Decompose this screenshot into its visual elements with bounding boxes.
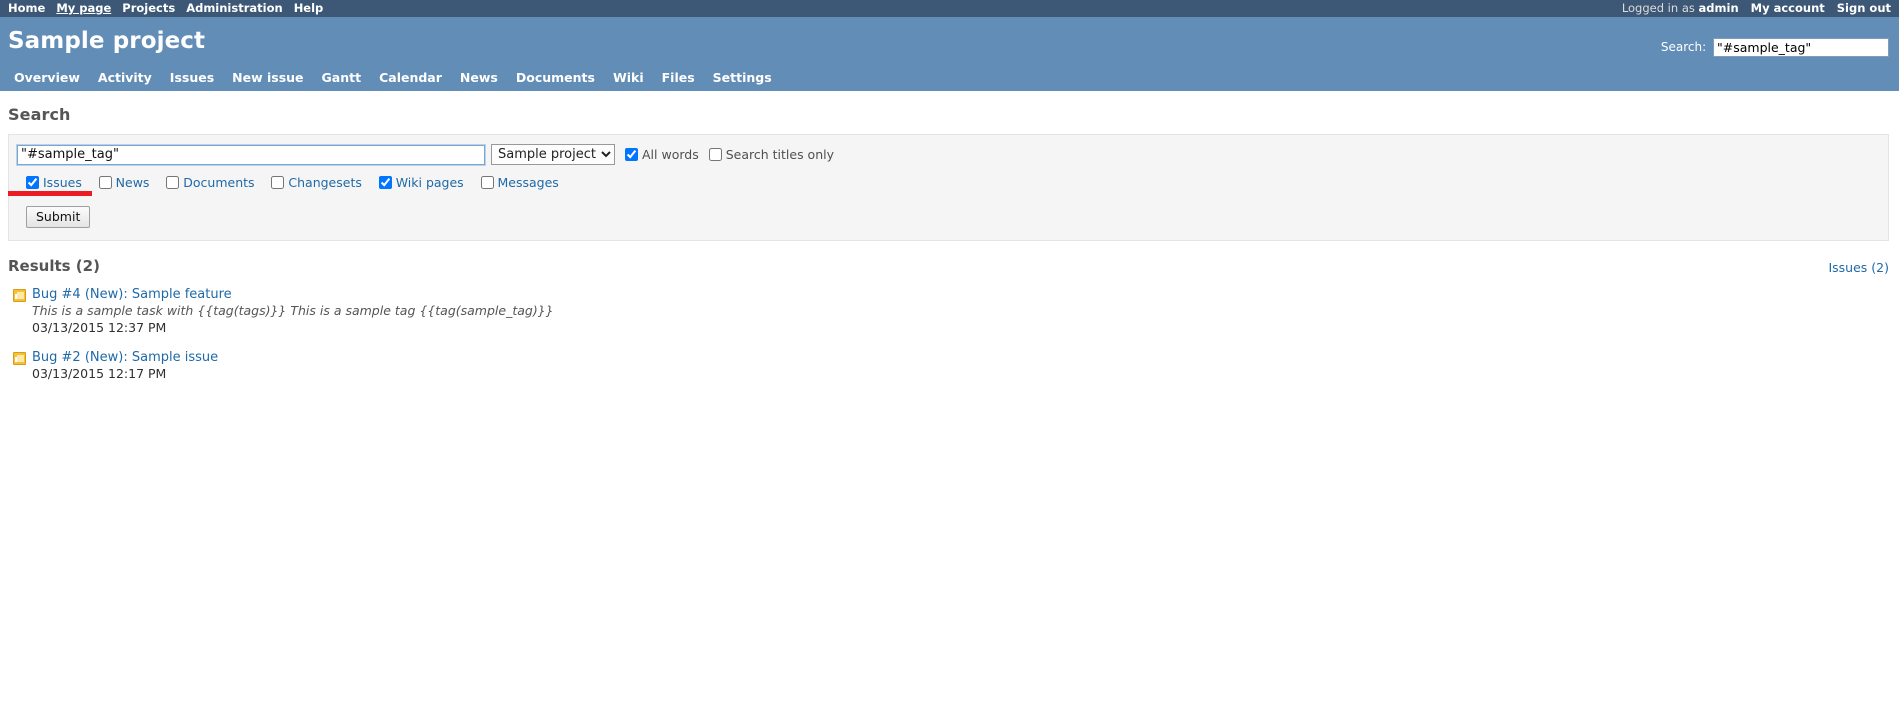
menu-item-documents[interactable]: Documents — [507, 67, 604, 90]
menu-item-issues[interactable]: Issues — [161, 67, 223, 90]
all-words-label[interactable]: All words — [642, 147, 699, 162]
wiki-pages-checkbox[interactable] — [378, 176, 392, 189]
search-scope-select[interactable]: Sample project — [491, 144, 615, 165]
menu-item-gantt[interactable]: Gantt — [313, 67, 371, 90]
issue-icon — [13, 352, 26, 365]
documents-checkbox[interactable] — [166, 176, 180, 189]
object-type-messages: Messages — [480, 175, 559, 190]
search-form-row-query: Sample project All words Search titles o… — [16, 143, 1880, 166]
project-title: Sample project — [8, 28, 206, 54]
object-type-news: News — [98, 175, 150, 190]
top-menu-administration[interactable]: Administration — [186, 1, 283, 15]
issues-label[interactable]: Issues — [43, 175, 82, 190]
messages-checkbox[interactable] — [480, 176, 494, 189]
sign-out-link[interactable]: Sign out — [1837, 1, 1891, 15]
logged-in-status: Logged in as admin — [1622, 1, 1739, 15]
my-account-link[interactable]: My account — [1751, 1, 1825, 15]
main-content: Search Sample project All words Search t… — [0, 91, 1899, 382]
annotation-underline — [8, 191, 92, 196]
search-form-panel: Sample project All words Search titles o… — [8, 134, 1889, 241]
all-words-option: All words — [625, 147, 699, 162]
result-description: This is a sample task with {{tag(tags)}}… — [32, 303, 554, 318]
titles-only-label[interactable]: Search titles only — [726, 147, 834, 162]
results-header: Results (2) Issues (2) — [8, 257, 1889, 279]
top-menu-bar: Home My page Projects Administration Help Lo… — [0, 0, 1899, 17]
menu-item-news[interactable]: News — [451, 67, 507, 90]
object-type-wiki-pages: Wiki pages — [378, 175, 464, 190]
menu-item-wiki[interactable]: Wiki — [604, 67, 653, 90]
results-count-heading: Results (2) — [8, 257, 100, 275]
logged-in-prefix: Logged in as — [1621, 1, 1695, 15]
top-menu-home[interactable]: Home — [8, 1, 45, 15]
top-menu-right: Logged in as admin My account Sign out — [1622, 0, 1891, 17]
project-header: Sample project Search: OverviewActivityI… — [0, 17, 1899, 91]
issue-icon — [13, 289, 26, 302]
submit-button[interactable]: Submit — [26, 206, 91, 228]
top-menu-projects[interactable]: Projects — [122, 1, 175, 15]
menu-item-new-issue[interactable]: New issue — [223, 67, 312, 90]
result-title-link[interactable]: Bug #4 (New): Sample feature — [32, 287, 232, 302]
search-submit-row: Submit — [17, 206, 1880, 228]
object-type-changesets: Changesets — [271, 175, 362, 190]
changesets-checkbox[interactable] — [271, 176, 285, 189]
messages-label[interactable]: Messages — [498, 175, 559, 190]
menu-item-settings[interactable]: Settings — [704, 67, 781, 90]
news-checkbox[interactable] — [98, 176, 112, 189]
result-title-link[interactable]: Bug #2 (New): Sample issue — [32, 350, 218, 365]
documents-label[interactable]: Documents — [183, 175, 254, 190]
page-title: Search — [8, 105, 71, 124]
wiki-pages-label[interactable]: Wiki pages — [396, 175, 464, 190]
search-query-input[interactable] — [16, 143, 486, 166]
logged-in-username: admin — [1698, 1, 1739, 15]
result-date: 03/13/2015 12:17 PM — [32, 366, 167, 381]
results-tab-issues[interactable]: Issues (2) — [1828, 260, 1889, 275]
object-type-documents: Documents — [166, 175, 255, 190]
result-date: 03/13/2015 12:37 PM — [32, 320, 167, 335]
changesets-label[interactable]: Changesets — [288, 175, 361, 190]
all-words-checkbox[interactable] — [625, 148, 638, 161]
menu-item-files[interactable]: Files — [653, 67, 704, 90]
quick-search-label: Search: — [1660, 40, 1707, 54]
menu-item-activity[interactable]: Activity — [89, 67, 161, 90]
search-object-types: Issues News Documents Changesets Wiki pa… — [17, 175, 1880, 192]
titles-only-option: Search titles only — [708, 147, 834, 162]
titles-only-checkbox[interactable] — [708, 148, 722, 161]
project-main-menu: Overview Activity Issues New issue Gantt Cale… — [8, 67, 781, 91]
object-type-issues: Issues — [26, 175, 82, 190]
results-type-tabs: Issues (2) — [1828, 260, 1889, 275]
menu-item-overview[interactable]: Overview — [8, 67, 89, 90]
top-menu-help[interactable]: Help — [294, 1, 324, 15]
top-menu-left: Home My page Projects Administration Help — [8, 0, 334, 17]
issues-checkbox[interactable] — [26, 176, 39, 189]
top-menu-my-page[interactable]: My page — [56, 1, 111, 15]
menu-item-calendar[interactable]: Calendar — [370, 67, 451, 90]
search-result-item: Bug #2 (New): Sample issue 03/13/2015 12… — [8, 350, 1889, 382]
search-result-item: Bug #4 (New): Sample feature This is a s… — [8, 287, 1889, 336]
news-label[interactable]: News — [116, 175, 150, 190]
quick-search: Search: — [1661, 38, 1889, 57]
quick-search-input[interactable] — [1713, 38, 1889, 57]
search-results-list: Bug #4 (New): Sample feature This is a s… — [8, 287, 1889, 382]
